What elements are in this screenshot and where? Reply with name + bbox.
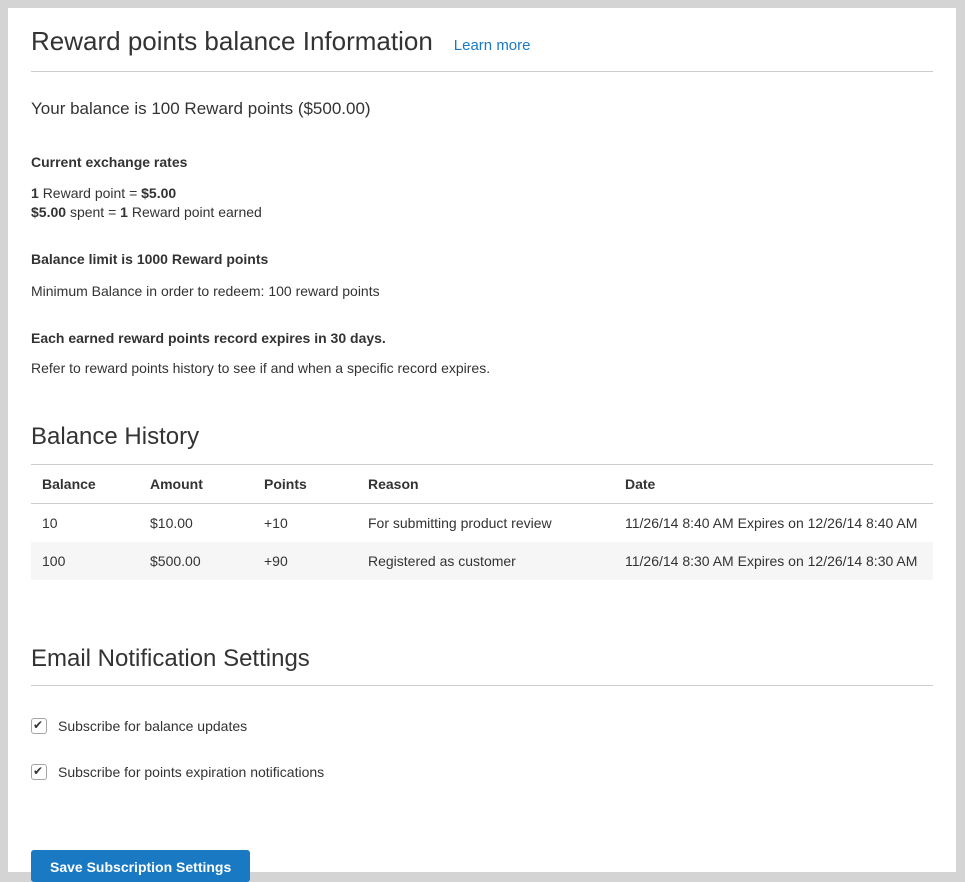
- table-header-row: BalanceAmountPointsReasonDate: [31, 465, 933, 504]
- subscription-checkbox[interactable]: [31, 718, 47, 734]
- exchange-rate-lines: 1 Reward point = $5.00 $5.00 spent = 1 R…: [31, 184, 933, 222]
- balance-summary: Your balance is 100 Reward points ($500.…: [31, 98, 933, 119]
- balance-history-heading: Balance History: [31, 422, 933, 451]
- table-row: 100$500.00+90Registered as customer11/26…: [31, 542, 933, 580]
- exchange-rate-line: $5.00 spent = 1 Reward point earned: [31, 203, 933, 222]
- subscription-option-label: Subscribe for points expiration notifica…: [58, 764, 324, 780]
- column-header: Amount: [139, 465, 253, 504]
- save-subscription-button[interactable]: Save Subscription Settings: [31, 850, 250, 882]
- table-cell: 100: [31, 542, 139, 580]
- column-header: Balance: [31, 465, 139, 504]
- exchange-rate-line: 1 Reward point = $5.00: [31, 184, 933, 203]
- column-header: Points: [253, 465, 357, 504]
- subscription-option[interactable]: Subscribe for points expiration notifica…: [31, 764, 933, 780]
- column-header: Date: [614, 465, 933, 504]
- page-title: Reward points balance Information: [31, 26, 433, 57]
- learn-more-link[interactable]: Learn more: [454, 37, 531, 54]
- table-cell: 10: [31, 504, 139, 543]
- page-header: Reward points balance Information Learn …: [31, 26, 933, 72]
- subscription-options: Subscribe for balance updates Subscribe f…: [31, 718, 933, 780]
- email-settings-heading: Email Notification Settings: [31, 644, 933, 686]
- expiration-note: Refer to reward points history to see if…: [31, 360, 933, 377]
- expiration-heading: Each earned reward points record expires…: [31, 330, 933, 347]
- table-cell: +10: [253, 504, 357, 543]
- column-header: Reason: [357, 465, 614, 504]
- subscription-option-label: Subscribe for balance updates: [58, 718, 247, 734]
- subscription-option[interactable]: Subscribe for balance updates: [31, 718, 933, 734]
- table-cell: +90: [253, 542, 357, 580]
- table-cell: For submitting product review: [357, 504, 614, 543]
- table-cell: $10.00: [139, 504, 253, 543]
- table-row: 10$10.00+10For submitting product review…: [31, 504, 933, 543]
- table-cell: 11/26/14 8:40 AM Expires on 12/26/14 8:4…: [614, 504, 933, 543]
- table-cell: 11/26/14 8:30 AM Expires on 12/26/14 8:3…: [614, 542, 933, 580]
- subscription-checkbox[interactable]: [31, 764, 47, 780]
- exchange-rates-heading: Current exchange rates: [31, 154, 933, 171]
- table-cell: $500.00: [139, 542, 253, 580]
- balance-history-table: BalanceAmountPointsReasonDate 10$10.00+1…: [31, 464, 933, 580]
- balance-limit-text: Balance limit is 1000 Reward points: [31, 251, 933, 268]
- minimum-balance-text: Minimum Balance in order to redeem: 100 …: [31, 283, 933, 300]
- table-cell: Registered as customer: [357, 542, 614, 580]
- reward-info-card: Reward points balance Information Learn …: [8, 8, 956, 872]
